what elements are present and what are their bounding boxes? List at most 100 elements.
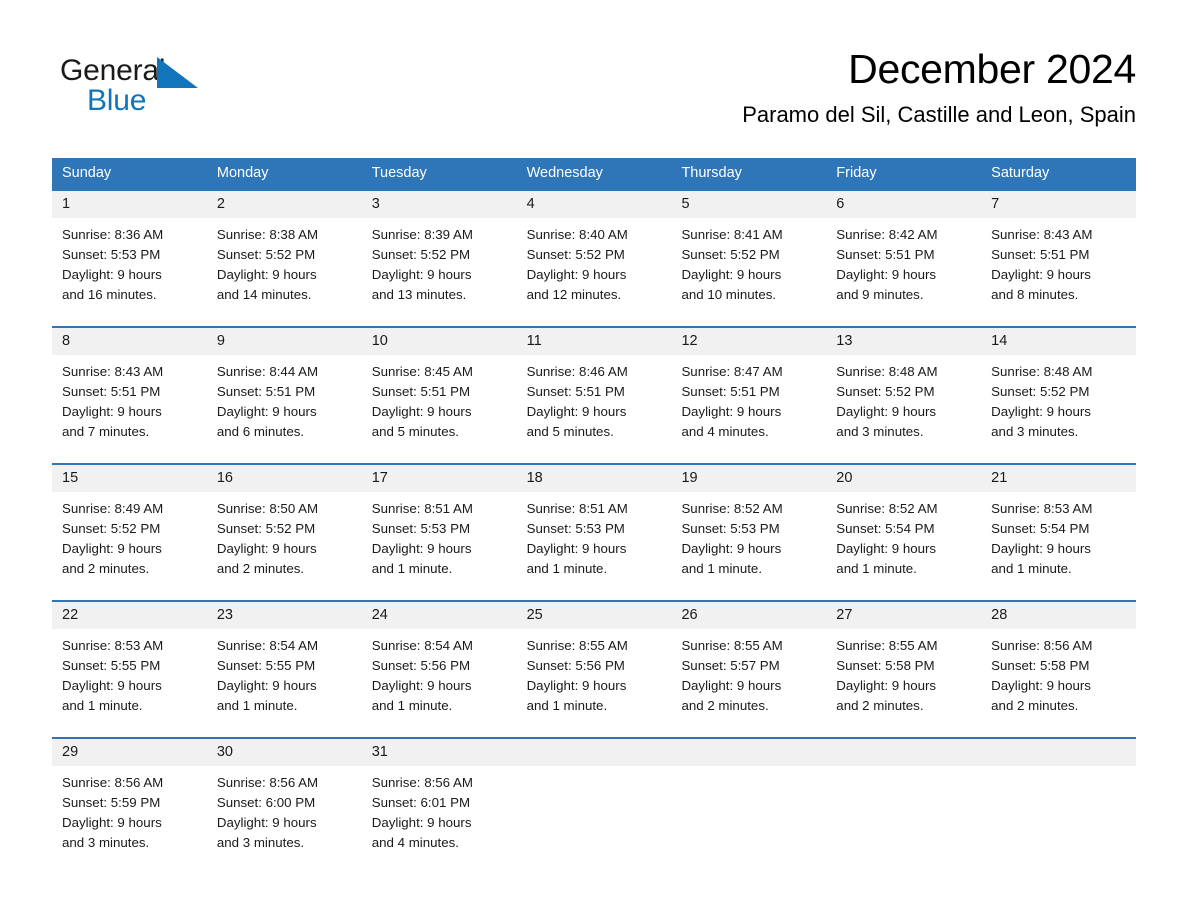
- day-cell[interactable]: Sunrise: 8:41 AM Sunset: 5:52 PM Dayligh…: [671, 218, 826, 326]
- sunset-text: Sunset: 6:01 PM: [371, 795, 471, 810]
- weekday-header-saturday: Saturday: [991, 165, 1050, 181]
- title-block: December 2024 Paramo del Sil, Castille a…: [436, 44, 1136, 130]
- daylight-text-line1: Daylight: 9 hours: [836, 541, 937, 556]
- day-number[interactable]: 26: [671, 602, 826, 629]
- day-number[interactable]: 4: [517, 191, 672, 218]
- daylight-text-line2: and 1 minute.: [991, 561, 1072, 576]
- sunset-text: Sunset: 5:51 PM: [371, 384, 471, 399]
- daylight-text-line2: and 5 minutes.: [526, 424, 614, 439]
- day-cell[interactable]: Sunrise: 8:52 AM Sunset: 5:54 PM Dayligh…: [826, 492, 981, 600]
- day-cell[interactable]: Sunrise: 8:50 AM Sunset: 5:52 PM Dayligh…: [207, 492, 362, 600]
- sunset-text: Sunset: 5:51 PM: [216, 384, 316, 399]
- day-cell[interactable]: Sunrise: 8:56 AM Sunset: 5:59 PM Dayligh…: [52, 766, 207, 874]
- day-cell[interactable]: Sunrise: 8:55 AM Sunset: 5:58 PM Dayligh…: [826, 629, 981, 737]
- day-number[interactable]: 22: [52, 602, 207, 629]
- sunrise-text: Sunrise: 8:40 AM: [526, 227, 628, 242]
- day-number[interactable]: 27: [826, 602, 981, 629]
- day-number[interactable]: 14: [981, 328, 1136, 355]
- triangle-icon: [157, 57, 198, 88]
- daylight-text-line2: and 1 minute.: [371, 561, 453, 576]
- daylight-text-line1: Daylight: 9 hours: [371, 541, 472, 556]
- daylight-text-line2: and 1 minute.: [62, 698, 143, 713]
- day-cell[interactable]: Sunrise: 8:43 AM Sunset: 5:51 PM Dayligh…: [52, 355, 207, 463]
- day-cell[interactable]: Sunrise: 8:49 AM Sunset: 5:52 PM Dayligh…: [52, 492, 207, 600]
- day-number[interactable]: 18: [517, 465, 672, 492]
- daylight-text-line1: Daylight: 9 hours: [216, 678, 317, 693]
- day-cell[interactable]: Sunrise: 8:51 AM Sunset: 5:53 PM Dayligh…: [362, 492, 517, 600]
- day-number[interactable]: 3: [362, 191, 517, 218]
- day-number[interactable]: 29: [52, 739, 207, 766]
- day-number[interactable]: 15: [52, 465, 207, 492]
- day-number[interactable]: 1: [52, 191, 207, 218]
- daylight-text-line2: and 3 minutes.: [62, 835, 150, 850]
- sunset-text: Sunset: 5:52 PM: [526, 247, 625, 262]
- day-number[interactable]: 11: [517, 328, 672, 355]
- day-number[interactable]: 6: [826, 191, 981, 218]
- day-number[interactable]: 24: [362, 602, 517, 629]
- day-number[interactable]: 23: [207, 602, 362, 629]
- day-number[interactable]: 25: [517, 602, 672, 629]
- day-cell[interactable]: Sunrise: 8:51 AM Sunset: 5:53 PM Dayligh…: [517, 492, 672, 600]
- day-cell[interactable]: Sunrise: 8:40 AM Sunset: 5:52 PM Dayligh…: [517, 218, 672, 326]
- daylight-text-line1: Daylight: 9 hours: [836, 404, 937, 419]
- day-cell[interactable]: Sunrise: 8:53 AM Sunset: 5:54 PM Dayligh…: [981, 492, 1136, 600]
- day-number[interactable]: 31: [362, 739, 517, 766]
- day-number[interactable]: 10: [362, 328, 517, 355]
- day-number[interactable]: 9: [207, 328, 362, 355]
- day-number[interactable]: 30: [207, 739, 362, 766]
- sunset-text: Sunset: 5:58 PM: [991, 658, 1090, 673]
- day-cell[interactable]: Sunrise: 8:48 AM Sunset: 5:52 PM Dayligh…: [826, 355, 981, 463]
- daylight-text-line2: and 1 minute.: [216, 698, 298, 713]
- day-number[interactable]: 2: [207, 191, 362, 218]
- day-number[interactable]: 28: [981, 602, 1136, 629]
- daylight-text-line1: Daylight: 9 hours: [371, 267, 472, 282]
- day-cell[interactable]: Sunrise: 8:55 AM Sunset: 5:56 PM Dayligh…: [517, 629, 672, 737]
- day-cell[interactable]: Sunrise: 8:56 AM Sunset: 6:00 PM Dayligh…: [207, 766, 362, 874]
- generalblue-logo[interactable]: General Blue: [60, 54, 260, 128]
- day-number[interactable]: 8: [52, 328, 207, 355]
- sunset-text: Sunset: 5:53 PM: [526, 521, 625, 536]
- daylight-text-line1: Daylight: 9 hours: [371, 678, 472, 693]
- page-title: December 2024: [848, 46, 1136, 92]
- daylight-text-line2: and 4 minutes.: [681, 424, 769, 439]
- day-number[interactable]: 19: [671, 465, 826, 492]
- day-cell[interactable]: Sunrise: 8:48 AM Sunset: 5:52 PM Dayligh…: [981, 355, 1136, 463]
- day-cell[interactable]: Sunrise: 8:52 AM Sunset: 5:53 PM Dayligh…: [671, 492, 826, 600]
- daylight-text-line2: and 3 minutes.: [836, 424, 924, 439]
- day-cell[interactable]: Sunrise: 8:56 AM Sunset: 6:01 PM Dayligh…: [362, 766, 517, 874]
- day-cell[interactable]: Sunrise: 8:43 AM Sunset: 5:51 PM Dayligh…: [981, 218, 1136, 326]
- day-number[interactable]: 17: [362, 465, 517, 492]
- day-number[interactable]: 5: [671, 191, 826, 218]
- sunset-text: Sunset: 5:51 PM: [991, 247, 1090, 262]
- day-cell[interactable]: Sunrise: 8:47 AM Sunset: 5:51 PM Dayligh…: [671, 355, 826, 463]
- day-cell[interactable]: Sunrise: 8:39 AM Sunset: 5:52 PM Dayligh…: [362, 218, 517, 326]
- sunrise-text: Sunrise: 8:36 AM: [62, 227, 164, 242]
- day-number[interactable]: 12: [671, 328, 826, 355]
- day-cell[interactable]: Sunrise: 8:42 AM Sunset: 5:51 PM Dayligh…: [826, 218, 981, 326]
- day-cell[interactable]: Sunrise: 8:45 AM Sunset: 5:51 PM Dayligh…: [362, 355, 517, 463]
- day-cell[interactable]: Sunrise: 8:54 AM Sunset: 5:55 PM Dayligh…: [207, 629, 362, 737]
- week-row: 29 30 31 Sunrise: 8:56 AM Sunset: 5:59 P…: [52, 737, 1136, 874]
- day-number[interactable]: 16: [207, 465, 362, 492]
- sunset-text: Sunset: 5:53 PM: [681, 521, 780, 536]
- sunrise-text: Sunrise: 8:39 AM: [371, 227, 473, 242]
- day-number[interactable]: 7: [981, 191, 1136, 218]
- day-number[interactable]: 13: [826, 328, 981, 355]
- day-cell[interactable]: Sunrise: 8:54 AM Sunset: 5:56 PM Dayligh…: [362, 629, 517, 737]
- day-number[interactable]: 21: [981, 465, 1136, 492]
- day-cell-empty: [671, 766, 826, 874]
- week-daynum-band: 22 23 24 25 26 27 28: [52, 602, 1136, 629]
- day-cell[interactable]: Sunrise: 8:56 AM Sunset: 5:58 PM Dayligh…: [981, 629, 1136, 737]
- day-cell[interactable]: Sunrise: 8:46 AM Sunset: 5:51 PM Dayligh…: [517, 355, 672, 463]
- day-cell[interactable]: Sunrise: 8:36 AM Sunset: 5:53 PM Dayligh…: [52, 218, 207, 326]
- sunrise-text: Sunrise: 8:56 AM: [991, 638, 1093, 653]
- day-cell[interactable]: Sunrise: 8:44 AM Sunset: 5:51 PM Dayligh…: [207, 355, 362, 463]
- daylight-text-line1: Daylight: 9 hours: [216, 815, 317, 830]
- day-number[interactable]: 20: [826, 465, 981, 492]
- day-cell[interactable]: Sunrise: 8:38 AM Sunset: 5:52 PM Dayligh…: [207, 218, 362, 326]
- sunset-text: Sunset: 5:51 PM: [62, 384, 161, 399]
- day-cell[interactable]: Sunrise: 8:53 AM Sunset: 5:55 PM Dayligh…: [52, 629, 207, 737]
- daylight-text-line1: Daylight: 9 hours: [371, 404, 472, 419]
- day-cell[interactable]: Sunrise: 8:55 AM Sunset: 5:57 PM Dayligh…: [671, 629, 826, 737]
- logo-text-general: General: [60, 54, 166, 87]
